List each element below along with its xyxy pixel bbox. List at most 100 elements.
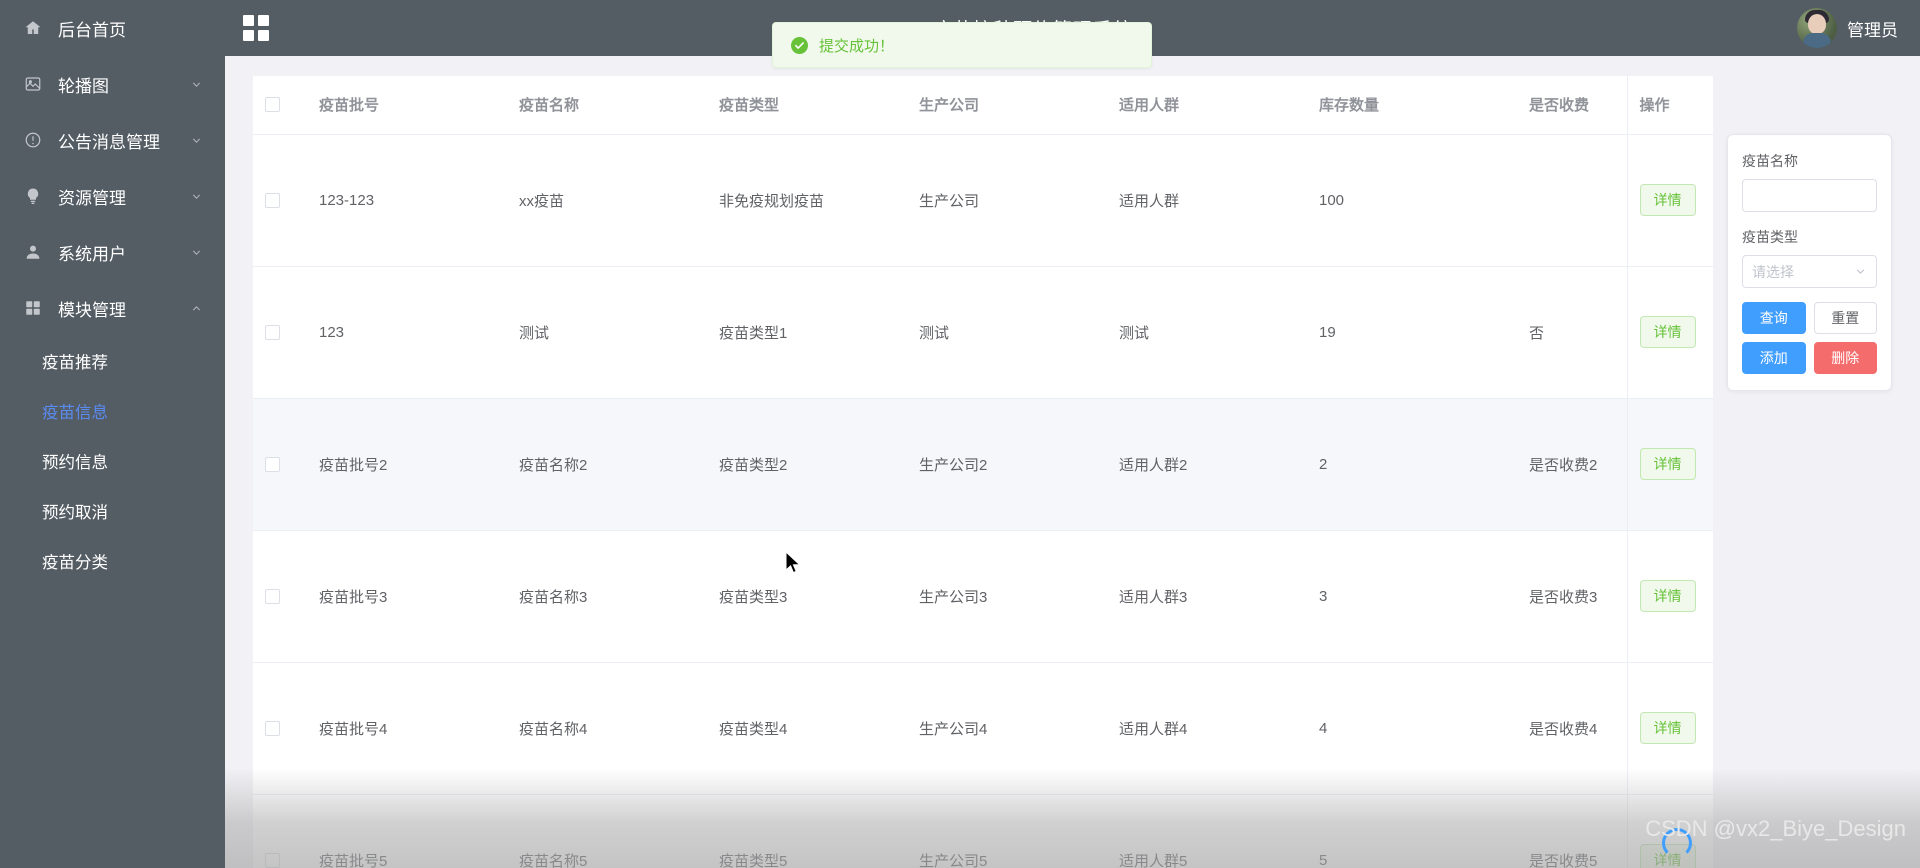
table-row[interactable]: 疫苗批号5 疫苗名称5 疫苗类型5 生产公司5 适用人群5 5 是否收费5 详情 [253, 794, 1713, 868]
delete-button[interactable]: 删除 [1813, 342, 1877, 374]
detail-button[interactable]: 详情 [1639, 184, 1696, 216]
row-checkbox[interactable] [265, 588, 280, 604]
column-header-crowd: 适用人群 [1107, 76, 1307, 135]
submenu-item-label: 疫苗推荐 [42, 354, 108, 372]
row-select-cell [253, 662, 307, 795]
chevron-up-icon [189, 301, 203, 315]
filter-actions-row-2: 添加 删除 [1742, 342, 1877, 374]
cell-type: 疫苗类型3 [707, 530, 907, 663]
user-icon [22, 241, 44, 263]
detail-button[interactable]: 详情 [1639, 448, 1696, 480]
cell-action: 详情 [1626, 398, 1713, 531]
sidebar-item-home[interactable]: 后台首页 [0, 0, 225, 56]
main-content: 疫苗批号 疫苗名称 疫苗类型 生产公司 适用人群 库存数量 是否收费 操作 12… [225, 56, 1920, 868]
vaccine-type-select[interactable]: 请选择 [1742, 255, 1877, 288]
cell-company: 生产公司 [907, 134, 1107, 267]
sidebar-item-vaccine-category[interactable]: 疫苗分类 [0, 536, 225, 586]
column-header-name: 疫苗名称 [507, 76, 707, 135]
row-select-cell [253, 398, 307, 531]
vaccine-type-selected-value: 请选择 [1752, 263, 1794, 280]
cell-name: 疫苗名称4 [507, 662, 707, 795]
user-menu[interactable]: 管理员 [1797, 8, 1898, 48]
cell-stock: 4 [1307, 662, 1517, 795]
chevron-down-icon [1854, 265, 1867, 278]
column-header-fee: 是否收费 [1517, 76, 1627, 135]
detail-button[interactable]: 详情 [1639, 712, 1696, 744]
row-checkbox[interactable] [265, 456, 280, 472]
submenu-item-label: 预约取消 [42, 504, 108, 522]
cell-action: 详情 [1626, 266, 1713, 399]
cell-type: 非免疫规划疫苗 [707, 134, 907, 267]
detail-button[interactable]: 详情 [1639, 580, 1696, 612]
column-header-batch: 疫苗批号 [307, 76, 507, 135]
row-checkbox[interactable] [265, 324, 280, 340]
sidebar-item-label: 资源管理 [58, 188, 126, 208]
cell-fee: 否 [1517, 266, 1627, 399]
add-button[interactable]: 添加 [1742, 342, 1806, 374]
sidebar-item-vaccine-recommend[interactable]: 疫苗推荐 [0, 336, 225, 386]
chevron-down-icon [189, 77, 203, 91]
table-header-row: 疫苗批号 疫苗名称 疫苗类型 生产公司 适用人群 库存数量 是否收费 操作 [253, 76, 1713, 135]
cell-action: 详情 [1626, 530, 1713, 663]
row-checkbox[interactable] [265, 852, 280, 868]
cell-company: 生产公司2 [907, 398, 1107, 531]
chevron-down-icon [189, 189, 203, 203]
cell-crowd: 测试 [1107, 266, 1307, 399]
cell-stock: 5 [1307, 794, 1517, 868]
table-row[interactable]: 疫苗批号3 疫苗名称3 疫苗类型3 生产公司3 适用人群3 3 是否收费3 详情 [253, 530, 1713, 663]
row-select-cell [253, 266, 307, 399]
toast-message: 提交成功！ [819, 37, 895, 55]
row-checkbox[interactable] [265, 720, 280, 736]
vaccine-table: 疫苗批号 疫苗名称 疫苗类型 生产公司 适用人群 库存数量 是否收费 操作 12… [253, 76, 1713, 868]
reset-button[interactable]: 重置 [1813, 302, 1877, 334]
table-head: 疫苗批号 疫苗名称 疫苗类型 生产公司 适用人群 库存数量 是否收费 操作 [253, 76, 1713, 135]
sidebar-item-label: 系统用户 [58, 244, 126, 264]
cell-name: 疫苗名称2 [507, 398, 707, 531]
cell-type: 疫苗类型2 [707, 398, 907, 531]
sidebar-item-label: 后台首页 [58, 20, 126, 40]
sidebar: 后台首页 轮播图 公告消息管理 资源管理 系统用户 模块管理 疫苗推荐 疫苗信息… [0, 0, 225, 868]
username-label: 管理员 [1847, 20, 1898, 40]
cell-fee [1517, 134, 1627, 267]
cell-name: 疫苗名称3 [507, 530, 707, 663]
grid-menu-icon[interactable] [243, 15, 269, 41]
row-select-cell [253, 530, 307, 663]
column-header-stock: 库存数量 [1307, 76, 1517, 135]
select-all-checkbox[interactable] [265, 97, 280, 113]
grid-cell [243, 15, 254, 26]
sidebar-item-system-user[interactable]: 系统用户 [0, 224, 225, 280]
cell-batch: 疫苗批号3 [307, 530, 507, 663]
cell-company: 生产公司5 [907, 794, 1107, 868]
sidebar-item-module-management[interactable]: 模块管理 [0, 280, 225, 336]
cell-company: 生产公司3 [907, 530, 1107, 663]
sidebar-item-vaccine-info[interactable]: 疫苗信息 [0, 386, 225, 436]
avatar-body [1803, 33, 1831, 48]
table-row[interactable]: 疫苗批号4 疫苗名称4 疫苗类型4 生产公司4 适用人群4 4 是否收费4 详情 [253, 662, 1713, 795]
search-button[interactable]: 查询 [1742, 302, 1806, 334]
vaccine-name-input[interactable] [1742, 179, 1877, 212]
cell-batch: 疫苗批号5 [307, 794, 507, 868]
grid-cell [243, 30, 254, 41]
vaccine-name-label: 疫苗名称 [1742, 153, 1798, 169]
cell-crowd: 适用人群3 [1107, 530, 1307, 663]
sidebar-item-carousel[interactable]: 轮播图 [0, 56, 225, 112]
cell-batch: 疫苗批号2 [307, 398, 507, 531]
cell-fee: 是否收费2 [1517, 398, 1627, 531]
row-checkbox[interactable] [265, 192, 280, 208]
sidebar-item-appointment-info[interactable]: 预约信息 [0, 436, 225, 486]
home-icon [22, 17, 44, 39]
table-row[interactable]: 123 测试 疫苗类型1 测试 测试 19 否 详情 [253, 266, 1713, 399]
cell-batch: 123-123 [307, 134, 507, 267]
detail-button[interactable]: 详情 [1639, 316, 1696, 348]
row-select-cell [253, 794, 307, 868]
sidebar-item-notice[interactable]: 公告消息管理 [0, 112, 225, 168]
table-row[interactable]: 123-123 xx疫苗 非免疫规划疫苗 生产公司 适用人群 100 详情 [253, 134, 1713, 267]
sidebar-item-appointment-cancel[interactable]: 预约取消 [0, 486, 225, 536]
table-body: 123-123 xx疫苗 非免疫规划疫苗 生产公司 适用人群 100 详情 12… [253, 134, 1713, 868]
sidebar-item-resource[interactable]: 资源管理 [0, 168, 225, 224]
table-row[interactable]: 疫苗批号2 疫苗名称2 疫苗类型2 生产公司2 适用人群2 2 是否收费2 详情 [253, 398, 1713, 531]
cell-crowd: 适用人群5 [1107, 794, 1307, 868]
sidebar-item-label: 模块管理 [58, 300, 126, 320]
cell-stock: 2 [1307, 398, 1517, 531]
